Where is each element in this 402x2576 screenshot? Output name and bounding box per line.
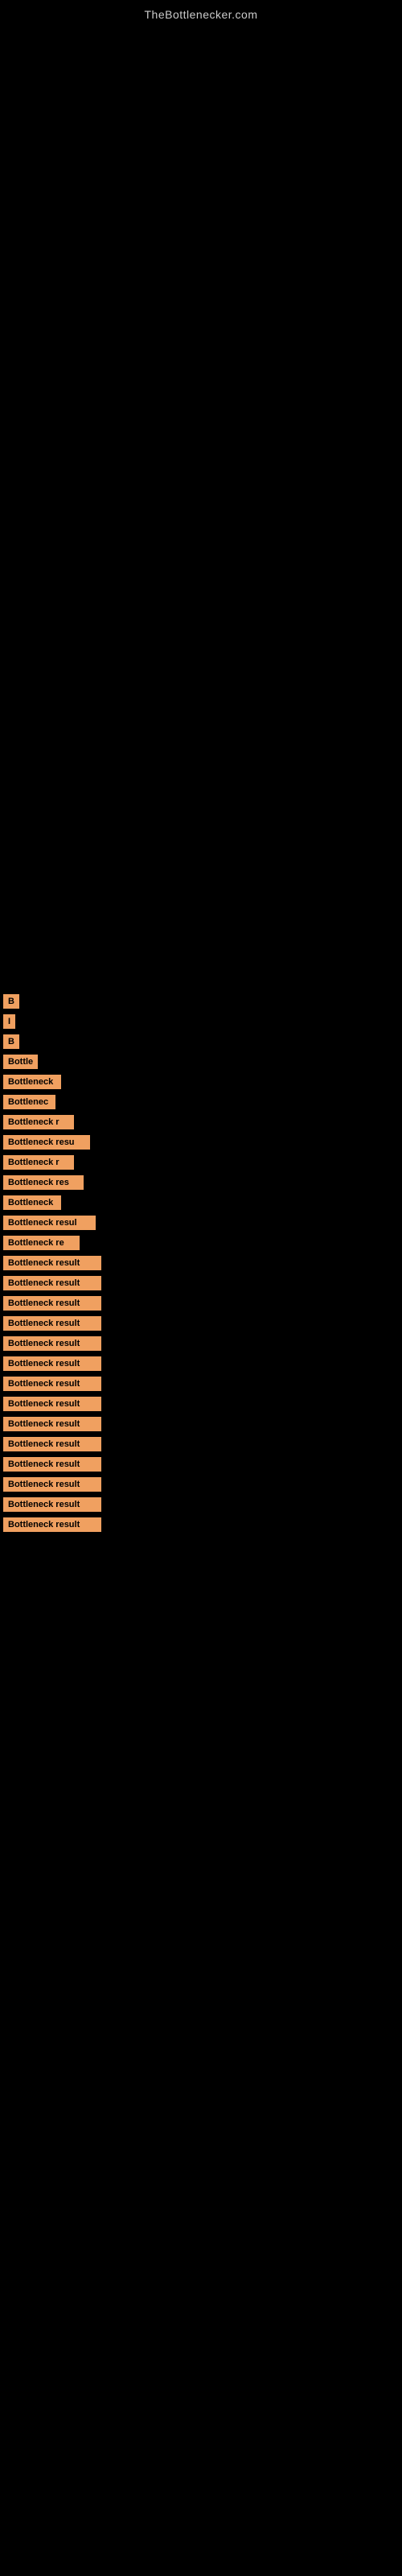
result-row: Bottleneck r: [3, 1114, 402, 1129]
bottleneck-result-label[interactable]: Bottleneck r: [3, 1115, 74, 1129]
result-row: B: [3, 993, 402, 1009]
result-row: Bottleneck: [3, 1074, 402, 1089]
bottleneck-result-label[interactable]: Bottleneck result: [3, 1397, 101, 1411]
bottleneck-result-label[interactable]: Bottleneck result: [3, 1517, 101, 1532]
result-row: Bottleneck result: [3, 1356, 402, 1371]
result-row: Bottleneck result: [3, 1396, 402, 1411]
bottleneck-result-label[interactable]: Bottleneck: [3, 1195, 61, 1210]
result-row: Bottleneck resu: [3, 1134, 402, 1150]
bottleneck-result-label[interactable]: B: [3, 994, 19, 1009]
result-row: Bottleneck: [3, 1195, 402, 1210]
bottleneck-result-label[interactable]: Bottleneck result: [3, 1477, 101, 1492]
result-row: Bottleneck result: [3, 1476, 402, 1492]
result-row: Bottleneck result: [3, 1255, 402, 1270]
bottleneck-result-label[interactable]: B: [3, 1034, 19, 1049]
results-container: BIB Bottle Bottleneck Bottlenec Bottleneck r…: [0, 27, 402, 1532]
result-row: Bottleneck result: [3, 1517, 402, 1532]
result-row: Bottlenec: [3, 1094, 402, 1109]
result-row: I: [3, 1013, 402, 1029]
result-row: Bottle: [3, 1054, 402, 1069]
bottleneck-result-label[interactable]: Bottleneck result: [3, 1457, 101, 1472]
bottleneck-result-label[interactable]: Bottleneck result: [3, 1417, 101, 1431]
bottleneck-result-label[interactable]: Bottlenec: [3, 1095, 55, 1109]
bottleneck-result-label[interactable]: Bottleneck res: [3, 1175, 84, 1190]
bottleneck-result-label[interactable]: Bottleneck result: [3, 1316, 101, 1331]
result-row: Bottleneck result: [3, 1295, 402, 1311]
bottleneck-result-label[interactable]: Bottleneck result: [3, 1377, 101, 1391]
bottleneck-result-label[interactable]: Bottle: [3, 1055, 38, 1069]
bottleneck-result-label[interactable]: Bottleneck: [3, 1075, 61, 1089]
bottleneck-result-label[interactable]: Bottleneck result: [3, 1497, 101, 1512]
result-row: B: [3, 1034, 402, 1049]
bottleneck-result-label[interactable]: Bottleneck resu: [3, 1135, 90, 1150]
result-row: Bottleneck result: [3, 1436, 402, 1451]
site-title: TheBottlenecker.com: [0, 0, 402, 27]
bottleneck-result-label[interactable]: Bottleneck resul: [3, 1216, 96, 1230]
result-row: Bottleneck result: [3, 1496, 402, 1512]
result-row: Bottleneck result: [3, 1335, 402, 1351]
result-row: Bottleneck result: [3, 1315, 402, 1331]
result-row: Bottleneck result: [3, 1416, 402, 1431]
bottleneck-result-label[interactable]: Bottleneck result: [3, 1356, 101, 1371]
result-row: Bottleneck r: [3, 1154, 402, 1170]
bottleneck-result-label[interactable]: Bottleneck result: [3, 1256, 101, 1270]
result-row: Bottleneck result: [3, 1275, 402, 1290]
result-row: Bottleneck result: [3, 1376, 402, 1391]
result-row: Bottleneck re: [3, 1235, 402, 1250]
bottleneck-result-label[interactable]: Bottleneck result: [3, 1437, 101, 1451]
bottleneck-result-label[interactable]: Bottleneck r: [3, 1155, 74, 1170]
result-row: Bottleneck result: [3, 1456, 402, 1472]
result-row: Bottleneck res: [3, 1174, 402, 1190]
bottleneck-result-label[interactable]: Bottleneck result: [3, 1336, 101, 1351]
bottleneck-result-label[interactable]: I: [3, 1014, 15, 1029]
bottleneck-result-label[interactable]: Bottleneck re: [3, 1236, 80, 1250]
bottleneck-result-label[interactable]: Bottleneck result: [3, 1276, 101, 1290]
result-row: Bottleneck resul: [3, 1215, 402, 1230]
bottleneck-result-label[interactable]: Bottleneck result: [3, 1296, 101, 1311]
